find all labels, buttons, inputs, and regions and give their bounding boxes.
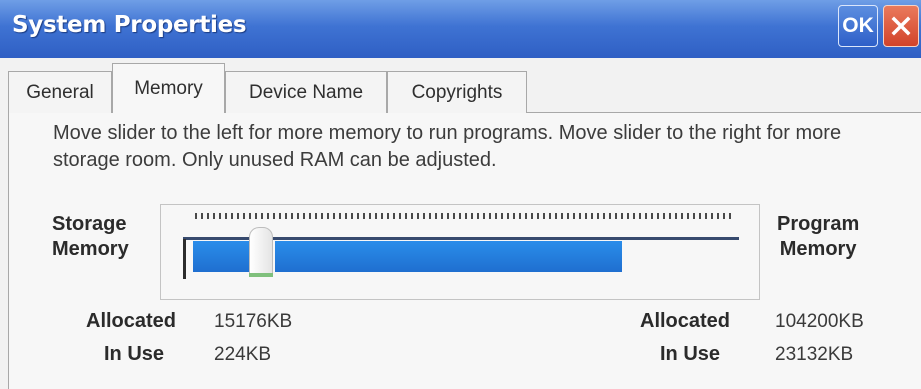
storage-allocated-label: Allocated xyxy=(86,310,177,332)
tab-copyrights[interactable]: Copyrights xyxy=(387,71,527,113)
storage-label-line1: Storage xyxy=(52,213,127,235)
close-icon xyxy=(891,16,911,36)
storage-allocated-value: 15176KB xyxy=(214,311,293,332)
storage-in-use-label: In Use xyxy=(104,343,165,365)
program-allocated-label: Allocated xyxy=(640,310,731,332)
program-allocated-value: 104200KB xyxy=(775,311,864,332)
window-title: System Properties xyxy=(12,12,247,38)
tab-memory[interactable]: Memory xyxy=(112,63,225,113)
slider-thumb-indicator xyxy=(249,273,273,277)
program-label-line2: Memory xyxy=(779,238,857,260)
program-in-use-label: In Use xyxy=(660,343,721,365)
program-in-use-value: 23132KB xyxy=(775,344,854,365)
ok-button[interactable]: OK xyxy=(838,5,878,47)
memory-slider-thumb[interactable] xyxy=(249,227,273,277)
program-fill xyxy=(275,241,622,272)
program-label-line1: Program xyxy=(777,213,860,235)
storage-memory-label: Storage Memory xyxy=(52,212,129,262)
storage-in-use-value: 224KB xyxy=(214,344,272,365)
slider-left-bracket xyxy=(183,239,186,279)
tab-device-name[interactable]: Device Name xyxy=(225,71,387,113)
slider-ticks xyxy=(195,213,732,219)
storage-label-line2: Memory xyxy=(52,238,129,260)
close-button[interactable] xyxy=(883,5,919,47)
program-memory-label: Program Memory xyxy=(777,212,859,262)
memory-description: Move slider to the left for more memory … xyxy=(53,122,842,171)
tab-general[interactable]: General xyxy=(8,71,112,113)
storage-fill xyxy=(193,241,249,272)
title-bar: System Properties OK xyxy=(0,0,921,58)
